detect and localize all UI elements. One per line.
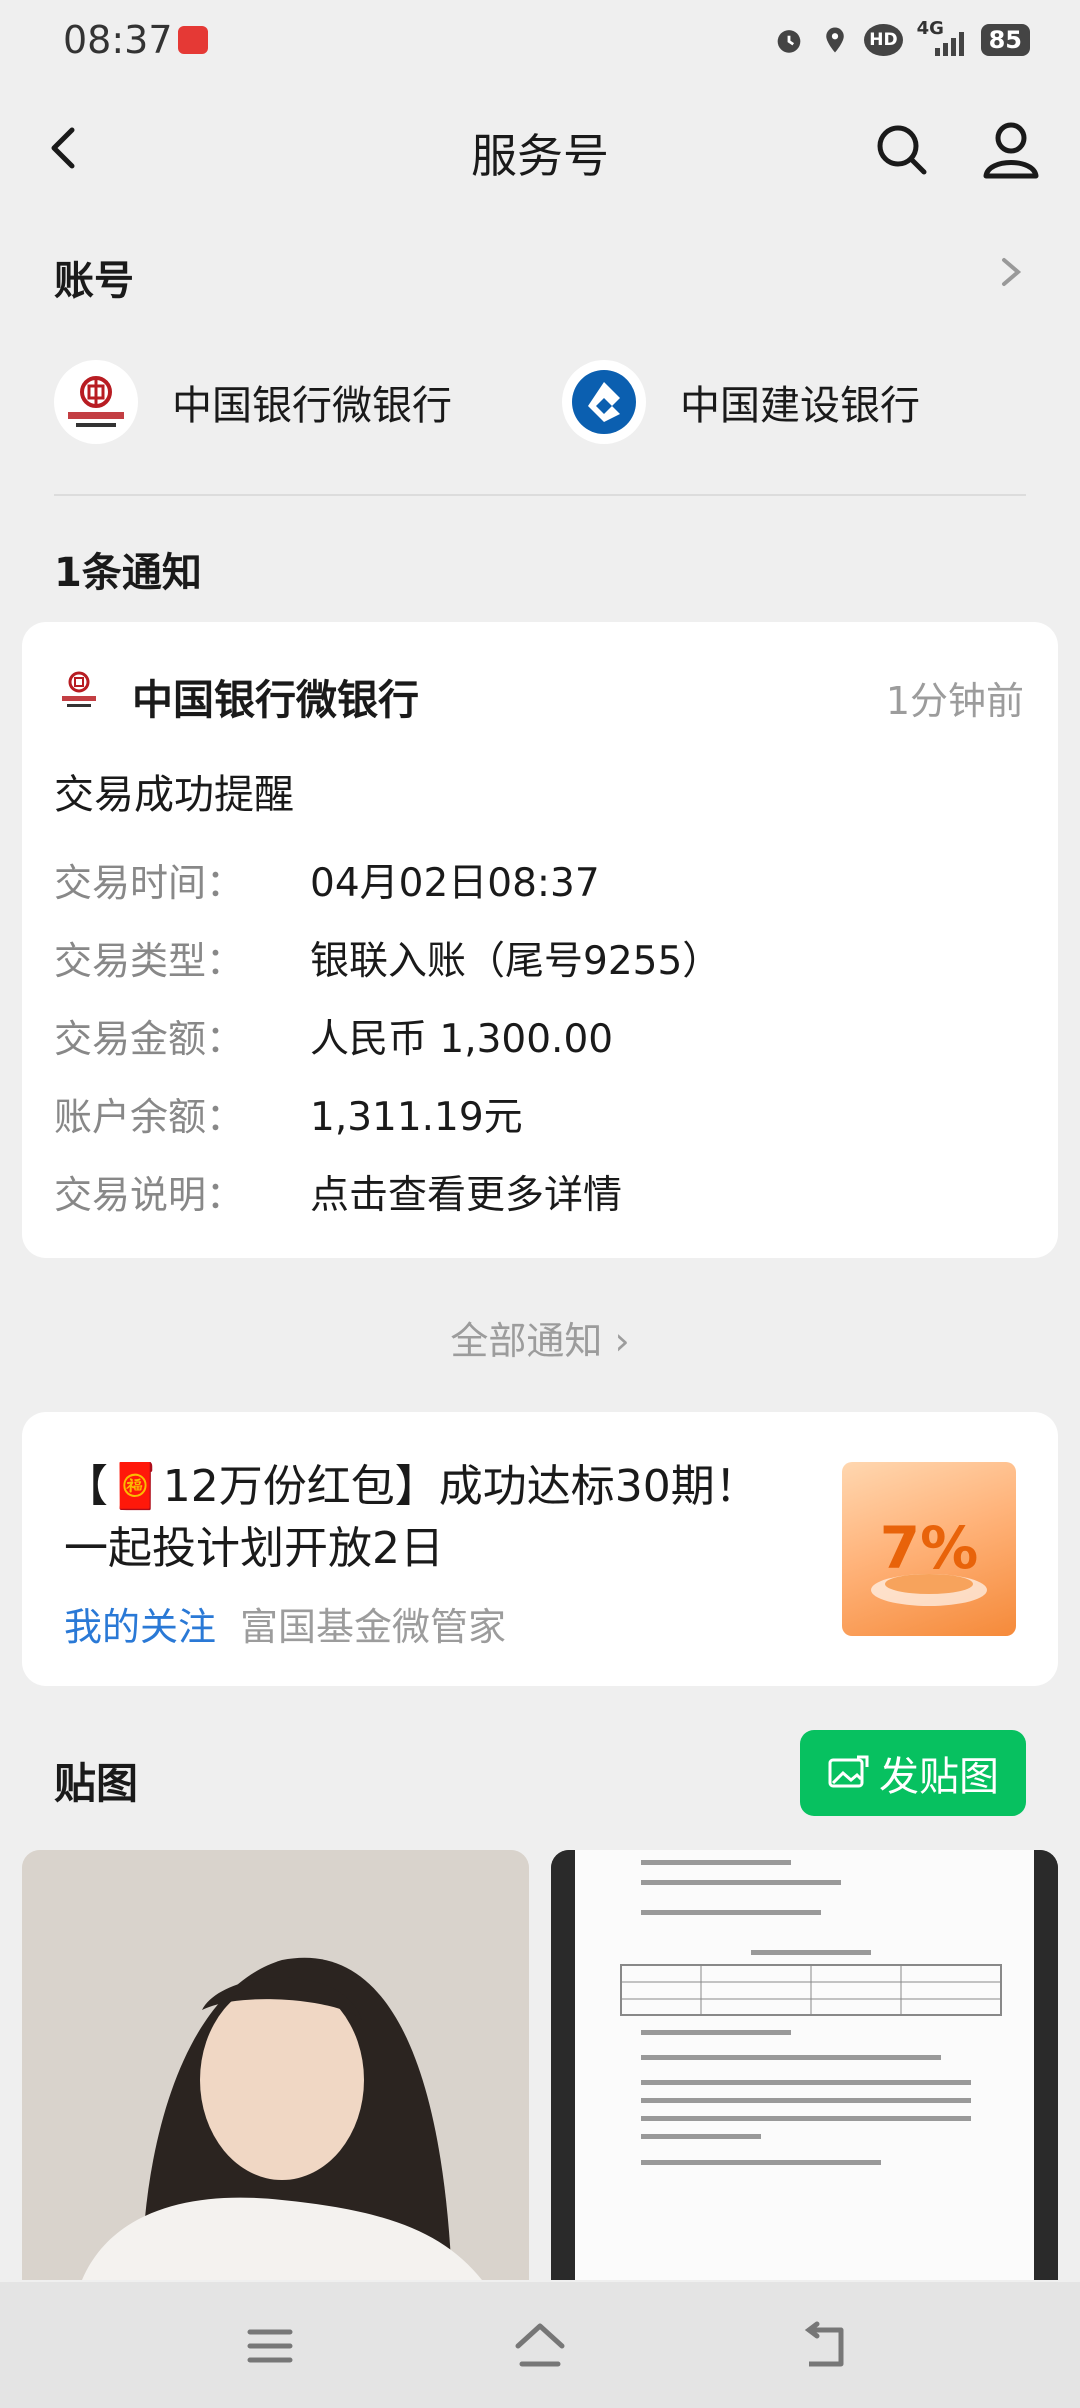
- status-icons: HD 4G 85: [772, 18, 1030, 58]
- promo-text: 【🧧12万份红包】成功达标30期！一起投计划开放2日: [64, 1461, 759, 1574]
- chevron-right-icon: [1002, 258, 1022, 286]
- back-icon: [804, 2321, 844, 2367]
- detail-label: 交易类型：: [54, 939, 245, 983]
- promo-follow-tag[interactable]: 我的关注: [64, 1596, 216, 1651]
- detail-label: 交易说明：: [54, 1173, 245, 1217]
- detail-label: 交易时间：: [54, 861, 245, 905]
- menu-icon: [247, 2329, 293, 2363]
- post-image-button[interactable]: 发贴图: [800, 1730, 1026, 1816]
- promo-source: 富国基金微管家: [240, 1605, 507, 1649]
- app-notification-icon: [178, 26, 208, 54]
- promo-thumbnail: 7%: [842, 1462, 1016, 1636]
- nav-back-button[interactable]: [795, 2316, 855, 2376]
- account-item-boc[interactable]: 中国银行微银行: [54, 360, 452, 444]
- detail-label: 交易金额：: [54, 1017, 245, 1061]
- status-time: 08:37: [63, 18, 173, 62]
- detail-label: 账户余额：: [54, 1095, 245, 1139]
- hd-icon: HD: [864, 24, 903, 56]
- accounts-title: 账号: [54, 258, 134, 304]
- account-name: 中国建设银行: [680, 383, 920, 429]
- ccb-logo: [562, 360, 646, 444]
- profile-button[interactable]: [978, 116, 1044, 182]
- detail-value: 1,311.19元: [310, 1095, 523, 1140]
- image-icon: [828, 1755, 869, 1788]
- detail-value: 04月02日08:37: [310, 861, 600, 906]
- detail-value: 银联入账（尾号9255）: [310, 939, 722, 984]
- divider: [54, 494, 1026, 496]
- person-icon: [983, 122, 1039, 179]
- notice-count: 1条通知: [54, 550, 202, 596]
- location-icon: [826, 27, 844, 53]
- home-icon: [515, 2323, 565, 2367]
- all-notices-link[interactable]: 全部通知 ›: [0, 1310, 1080, 1365]
- account-item-ccb[interactable]: 中国建设银行: [562, 360, 920, 444]
- alarm-icon: [777, 30, 801, 53]
- bank-of-china-logo: [54, 664, 104, 714]
- search-icon: [877, 125, 927, 175]
- search-button[interactable]: [870, 118, 934, 182]
- post-image-portrait[interactable]: [22, 1850, 529, 2280]
- post-button-label: 发贴图: [879, 1754, 999, 1800]
- detail-value: 人民币 1,300.00: [310, 1017, 614, 1062]
- nav-home-button[interactable]: [510, 2316, 570, 2376]
- nav-menu-button[interactable]: [240, 2316, 300, 2376]
- notification-title: 交易成功提醒: [54, 772, 294, 818]
- post-image-document[interactable]: [551, 1850, 1058, 2280]
- notification-sender: 中国银行微银行: [132, 676, 419, 724]
- battery-icon: 85: [980, 24, 1030, 56]
- notification-time: 1分钟前: [885, 679, 1024, 723]
- detail-value: 点击查看更多详情: [310, 1173, 623, 1218]
- signal-icon: 4G: [917, 18, 967, 58]
- posts-title: 贴图: [54, 1759, 139, 1808]
- accounts-more-button[interactable]: [996, 252, 1026, 292]
- bank-of-china-logo: [54, 360, 138, 444]
- promo-thumb-text: 7%: [880, 1514, 978, 1582]
- account-name: 中国银行微银行: [172, 383, 452, 429]
